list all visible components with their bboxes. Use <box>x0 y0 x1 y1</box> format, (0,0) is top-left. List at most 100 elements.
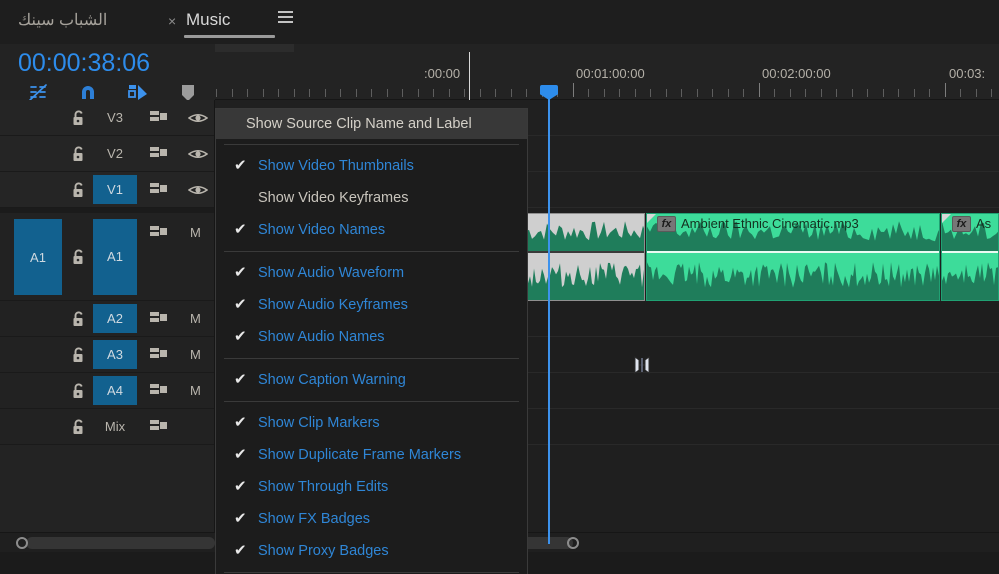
playhead-timecode[interactable]: 00:00:38:06 <box>18 49 150 78</box>
ruler-tick <box>619 89 620 97</box>
clip-upper-section <box>526 214 644 251</box>
track-target-a3[interactable]: A3 <box>93 340 137 369</box>
menu-item-show-audio-keyframes[interactable]: ✔ Show Audio Keyframes <box>216 289 527 321</box>
sync-lock-toggle[interactable] <box>148 108 170 128</box>
track-mute-toggle[interactable]: M <box>190 225 201 240</box>
track-lock-toggle[interactable] <box>70 418 88 436</box>
ruler-tick <box>759 83 760 97</box>
menu-item-show-audio-waveform[interactable]: ✔ Show Audio Waveform <box>216 257 527 289</box>
clip-lower-section <box>526 253 644 300</box>
hamburger-menu-icon[interactable] <box>278 11 293 25</box>
track-target-a1[interactable]: A1 <box>93 219 137 295</box>
unlock-icon <box>73 311 83 326</box>
track-lock-toggle[interactable] <box>70 248 88 266</box>
track-target-v1[interactable]: V1 <box>93 175 137 204</box>
source-patch-a1[interactable]: A1 <box>14 219 62 295</box>
close-icon[interactable]: × <box>168 14 176 28</box>
track-header-v3[interactable]: V3 <box>0 100 214 136</box>
sync-lock-toggle[interactable] <box>148 381 170 401</box>
menu-item-show-source-clip-name-and-label[interactable]: Show Source Clip Name and Label <box>216 109 527 139</box>
ruler-tick <box>247 89 248 97</box>
menu-item-show-proxy-badges[interactable]: ✔ Show Proxy Badges <box>216 535 527 567</box>
checkmark-icon: ✔ <box>234 371 247 388</box>
checkmark-icon: ✔ <box>234 542 247 559</box>
menu-separator <box>224 401 519 402</box>
eye-icon <box>187 186 209 194</box>
header-hscroll-track[interactable] <box>26 537 215 549</box>
track-lock-toggle[interactable] <box>70 145 88 163</box>
track-mute-toggle[interactable]: M <box>190 311 201 326</box>
fx-badge-icon[interactable]: fx <box>657 216 676 232</box>
ruler-tick <box>774 89 775 97</box>
header-scrollbar-area[interactable] <box>0 532 215 552</box>
track-lock-toggle[interactable] <box>70 346 88 364</box>
menu-item-label: Show Through Edits <box>258 479 389 495</box>
menu-separator <box>224 358 519 359</box>
sync-lock-toggle[interactable] <box>148 309 170 329</box>
menu-item-show-fx-badges[interactable]: ✔ Show FX Badges <box>216 503 527 535</box>
timeline-ruler[interactable]: :00:00 00:01:00:00 00:02:00:00 00:03: <box>215 44 999 100</box>
track-header-v1[interactable]: V1 <box>0 172 214 208</box>
sync-lock-toggle[interactable] <box>148 223 170 243</box>
fx-badge-icon[interactable]: fx <box>952 216 971 232</box>
track-header-a4[interactable]: A4 M <box>0 373 214 409</box>
ruler-timecode-label: 00:03: <box>949 66 986 81</box>
track-header-a1[interactable]: A1 A1 M <box>0 213 214 301</box>
header-hscroll-knob-left[interactable] <box>16 537 28 549</box>
track-lock-toggle[interactable] <box>70 181 88 199</box>
clip-name-label: Ambient Ethnic Cinematic.mp3 <box>681 216 859 231</box>
track-lock-toggle[interactable] <box>70 109 88 127</box>
track-header-a3[interactable]: A3 M <box>0 337 214 373</box>
menu-item-show-video-keyframes[interactable]: Show Video Keyframes <box>216 182 527 214</box>
timeline-hscroll-knob[interactable] <box>567 537 579 549</box>
menu-item-label: Show Audio Waveform <box>258 265 405 281</box>
sync-lock-toggle[interactable] <box>148 180 170 200</box>
menu-item-show-video-thumbnails[interactable]: ✔ Show Video Thumbnails <box>216 150 527 182</box>
ruler-tick <box>914 89 915 97</box>
track-target-a4[interactable]: A4 <box>93 376 137 405</box>
track-target-mix[interactable]: Mix <box>93 412 137 441</box>
track-target-a2[interactable]: A2 <box>93 304 137 333</box>
menu-item-label: Show Video Keyframes <box>258 190 409 206</box>
track-visibility-toggle[interactable] <box>187 111 209 125</box>
track-visibility-toggle[interactable] <box>187 147 209 161</box>
ruler-tick <box>294 89 295 97</box>
track-header-v2[interactable]: V2 <box>0 136 214 172</box>
tab-label: Music <box>186 10 231 29</box>
menu-item-show-clip-markers[interactable]: ✔ Show Clip Markers <box>216 407 527 439</box>
menu-item-show-duplicate-frame-markers[interactable]: ✔ Show Duplicate Frame Markers <box>216 439 527 471</box>
track-header-a2[interactable]: A2 M <box>0 301 214 337</box>
sync-lock-toggle[interactable] <box>148 345 170 365</box>
in-point-marker <box>469 52 470 100</box>
track-target-v3[interactable]: V3 <box>93 103 137 132</box>
sync-lock-toggle[interactable] <box>148 417 170 437</box>
premiere-timeline-panel: الشباب سينك × Music 00:00:38:06:00:00 0… <box>0 0 999 574</box>
sync-lock-toggle[interactable] <box>148 144 170 164</box>
ruler-tick <box>387 89 388 97</box>
menu-item-show-through-edits[interactable]: ✔ Show Through Edits <box>216 471 527 503</box>
checkmark-icon: ✔ <box>234 478 247 495</box>
ruler-tick <box>604 89 605 97</box>
audio-clip-as[interactable]: fx As <box>941 213 999 301</box>
tab-inactive-sequence[interactable]: الشباب سينك <box>18 8 107 34</box>
ruler-tick <box>883 89 884 97</box>
video-audio-divider[interactable] <box>0 208 214 213</box>
menu-item-show-caption-warning[interactable]: ✔ Show Caption Warning <box>216 364 527 396</box>
audio-clip-ambient-ethnic[interactable]: fx Ambient Ethnic Cinematic.mp3 <box>646 213 940 301</box>
track-header-mix[interactable]: Mix <box>0 409 214 445</box>
ruler-tick <box>805 89 806 97</box>
track-target-v2[interactable]: V2 <box>93 139 137 168</box>
tab-active-underline <box>184 35 275 38</box>
menu-item-show-audio-names[interactable]: ✔ Show Audio Names <box>216 321 527 353</box>
track-mute-toggle[interactable]: M <box>190 383 201 398</box>
checkmark-icon: ✔ <box>234 414 247 431</box>
ruler-tick <box>588 89 589 97</box>
playhead[interactable] <box>540 85 558 544</box>
selected-audio-clip[interactable] <box>525 213 645 301</box>
track-lock-toggle[interactable] <box>70 310 88 328</box>
track-visibility-toggle[interactable] <box>187 183 209 197</box>
timeline-display-settings-menu[interactable]: Show Source Clip Name and Label ✔ Show Vid… <box>215 108 528 574</box>
track-mute-toggle[interactable]: M <box>190 347 201 362</box>
menu-item-show-video-names[interactable]: ✔ Show Video Names <box>216 214 527 246</box>
track-lock-toggle[interactable] <box>70 382 88 400</box>
